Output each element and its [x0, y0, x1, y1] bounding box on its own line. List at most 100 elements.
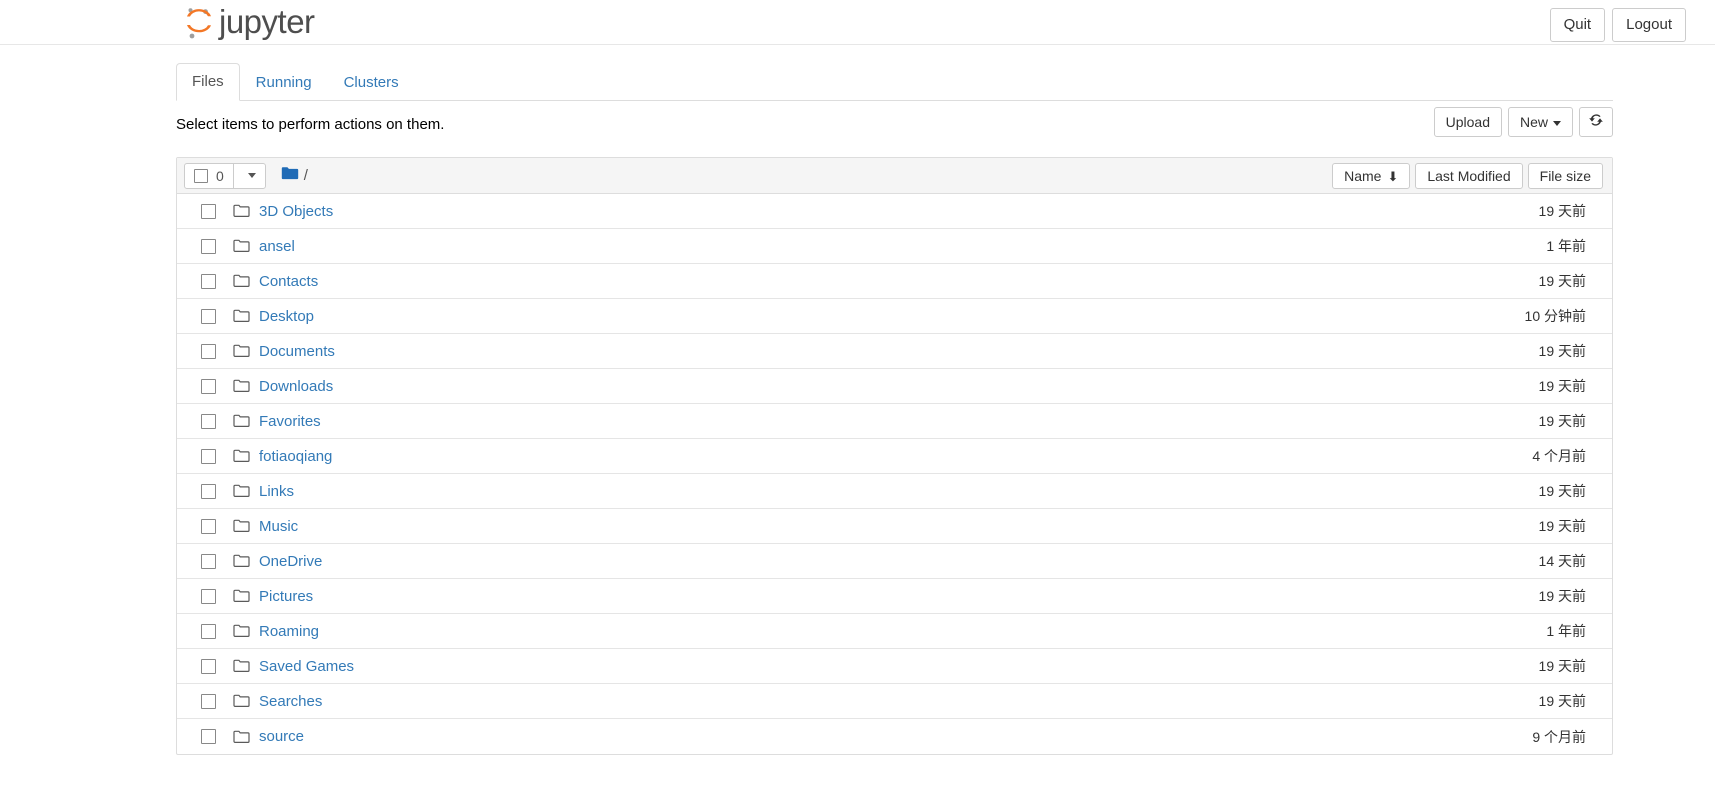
table-row[interactable]: Pictures 19 天前 — [177, 579, 1612, 614]
file-name-link[interactable]: Documents — [259, 343, 335, 360]
table-row[interactable]: Searches 19 天前 — [177, 684, 1612, 719]
breadcrumb: / — [281, 166, 308, 186]
sort-file-size-button[interactable]: File size — [1527, 163, 1603, 189]
select-all-checkbox-area[interactable]: 0 — [185, 163, 234, 188]
file-modified-time: 19 天前 — [1538, 413, 1586, 429]
refresh-icon — [1588, 114, 1604, 131]
logout-button[interactable]: Logout — [1612, 8, 1686, 42]
row-checkbox[interactable] — [201, 588, 216, 604]
table-row[interactable]: 3D Objects 19 天前 — [177, 194, 1612, 229]
sort-buttons-group: Name ⬇ Last Modified File size — [1332, 163, 1603, 189]
row-checkbox[interactable] — [201, 518, 216, 534]
row-checkbox[interactable] — [201, 273, 216, 289]
file-name-link[interactable]: fotiaoqiang — [259, 448, 332, 465]
table-row[interactable]: source 9 个月前 — [177, 719, 1612, 754]
table-row[interactable]: fotiaoqiang 4 个月前 — [177, 439, 1612, 474]
new-label: New — [1519, 114, 1548, 130]
file-name-link[interactable]: Music — [259, 518, 298, 535]
folder-icon — [233, 730, 250, 744]
chevron-down-icon — [1553, 120, 1561, 126]
file-modified-time: 19 天前 — [1538, 483, 1586, 499]
file-name-link[interactable]: Pictures — [259, 588, 313, 605]
row-checkbox[interactable] — [201, 238, 216, 254]
file-modified-time: 19 天前 — [1538, 203, 1586, 219]
folder-icon — [233, 554, 250, 568]
row-checkbox[interactable] — [201, 413, 216, 429]
table-row[interactable]: Links 19 天前 — [177, 474, 1612, 509]
select-all-checkbox[interactable] — [194, 168, 208, 183]
sort-name-label: Name — [1344, 168, 1382, 184]
table-row[interactable]: Downloads 19 天前 — [177, 369, 1612, 404]
sort-name-button[interactable]: Name ⬇ — [1332, 163, 1411, 189]
row-checkbox[interactable] — [201, 658, 216, 674]
select-all-dropdown-button[interactable] — [234, 164, 265, 188]
table-row[interactable]: Music 19 天前 — [177, 509, 1612, 544]
folder-icon — [233, 309, 250, 323]
table-row[interactable]: ansel 1 年前 — [177, 229, 1612, 264]
sort-last-modified-button[interactable]: Last Modified — [1415, 163, 1523, 189]
file-name-link[interactable]: Favorites — [259, 413, 321, 430]
action-buttons-group: Upload New — [1428, 107, 1613, 138]
refresh-button[interactable] — [1579, 107, 1613, 138]
folder-icon — [233, 624, 250, 638]
row-checkbox[interactable] — [201, 623, 216, 639]
file-modified-time: 19 天前 — [1538, 658, 1586, 674]
chevron-down-icon — [247, 173, 256, 178]
upload-button[interactable]: Upload — [1433, 107, 1502, 138]
file-name-link[interactable]: Searches — [259, 693, 322, 710]
table-row[interactable]: Contacts 19 天前 — [177, 264, 1612, 299]
header-actions: Quit Logout — [1549, 8, 1686, 42]
row-checkbox[interactable] — [201, 448, 216, 464]
tab-clusters[interactable]: Clusters — [328, 64, 415, 101]
file-modified-time: 1 年前 — [1546, 238, 1586, 254]
table-row[interactable]: Roaming 1 年前 — [177, 614, 1612, 649]
breadcrumb-root-link[interactable]: / — [304, 167, 308, 184]
folder-icon — [233, 239, 250, 253]
file-modified-time: 19 天前 — [1538, 693, 1586, 709]
folder-icon — [233, 589, 250, 603]
row-checkbox[interactable] — [201, 378, 216, 394]
row-checkbox[interactable] — [201, 203, 216, 219]
folder-icon — [233, 379, 250, 393]
file-name-link[interactable]: 3D Objects — [259, 203, 333, 220]
file-name-link[interactable]: ansel — [259, 238, 295, 255]
table-row[interactable]: Saved Games 19 天前 — [177, 649, 1612, 684]
row-checkbox[interactable] — [201, 729, 216, 744]
selected-count: 0 — [216, 167, 224, 184]
quit-button[interactable]: Quit — [1549, 8, 1606, 42]
file-name-link[interactable]: Roaming — [259, 623, 319, 640]
jupyter-brand[interactable]: jupyter — [183, 2, 315, 44]
file-name-link[interactable]: Contacts — [259, 273, 318, 290]
table-row[interactable]: Documents 19 天前 — [177, 334, 1612, 369]
row-checkbox[interactable] — [201, 343, 216, 359]
folder-icon — [233, 449, 250, 463]
file-modified-time: 9 个月前 — [1532, 728, 1586, 745]
folder-icon — [233, 414, 250, 428]
row-checkbox[interactable] — [201, 483, 216, 499]
file-modified-time: 19 天前 — [1538, 518, 1586, 534]
folder-icon — [233, 274, 250, 288]
table-row[interactable]: Favorites 19 天前 — [177, 404, 1612, 439]
row-checkbox[interactable] — [201, 308, 216, 324]
file-name-link[interactable]: Downloads — [259, 378, 333, 395]
file-modified-time: 19 天前 — [1538, 273, 1586, 289]
table-row[interactable]: Desktop 10 分钟前 — [177, 299, 1612, 334]
row-checkbox[interactable] — [201, 693, 216, 709]
folder-icon — [233, 484, 250, 498]
brand-title: jupyter — [219, 2, 315, 40]
file-name-link[interactable]: source — [259, 728, 304, 745]
table-row[interactable]: OneDrive 14 天前 — [177, 544, 1612, 579]
tab-files[interactable]: Files — [176, 63, 240, 101]
file-name-link[interactable]: OneDrive — [259, 553, 322, 570]
file-name-link[interactable]: Desktop — [259, 308, 314, 325]
new-dropdown-button[interactable]: New — [1507, 107, 1573, 138]
file-rows: 3D Objects 19 天前 ansel 1 年前 Contacts 19 天前 Des… — [177, 194, 1612, 754]
file-modified-time: 14 天前 — [1538, 553, 1586, 569]
tab-running[interactable]: Running — [240, 64, 328, 101]
row-checkbox[interactable] — [201, 553, 216, 569]
file-list-container: 0 / Name ⬇ Last Modified File size 3D Ob… — [176, 157, 1613, 755]
file-modified-time: 19 天前 — [1538, 343, 1586, 359]
file-modified-time: 19 天前 — [1538, 588, 1586, 604]
file-name-link[interactable]: Links — [259, 483, 294, 500]
file-name-link[interactable]: Saved Games — [259, 658, 354, 675]
